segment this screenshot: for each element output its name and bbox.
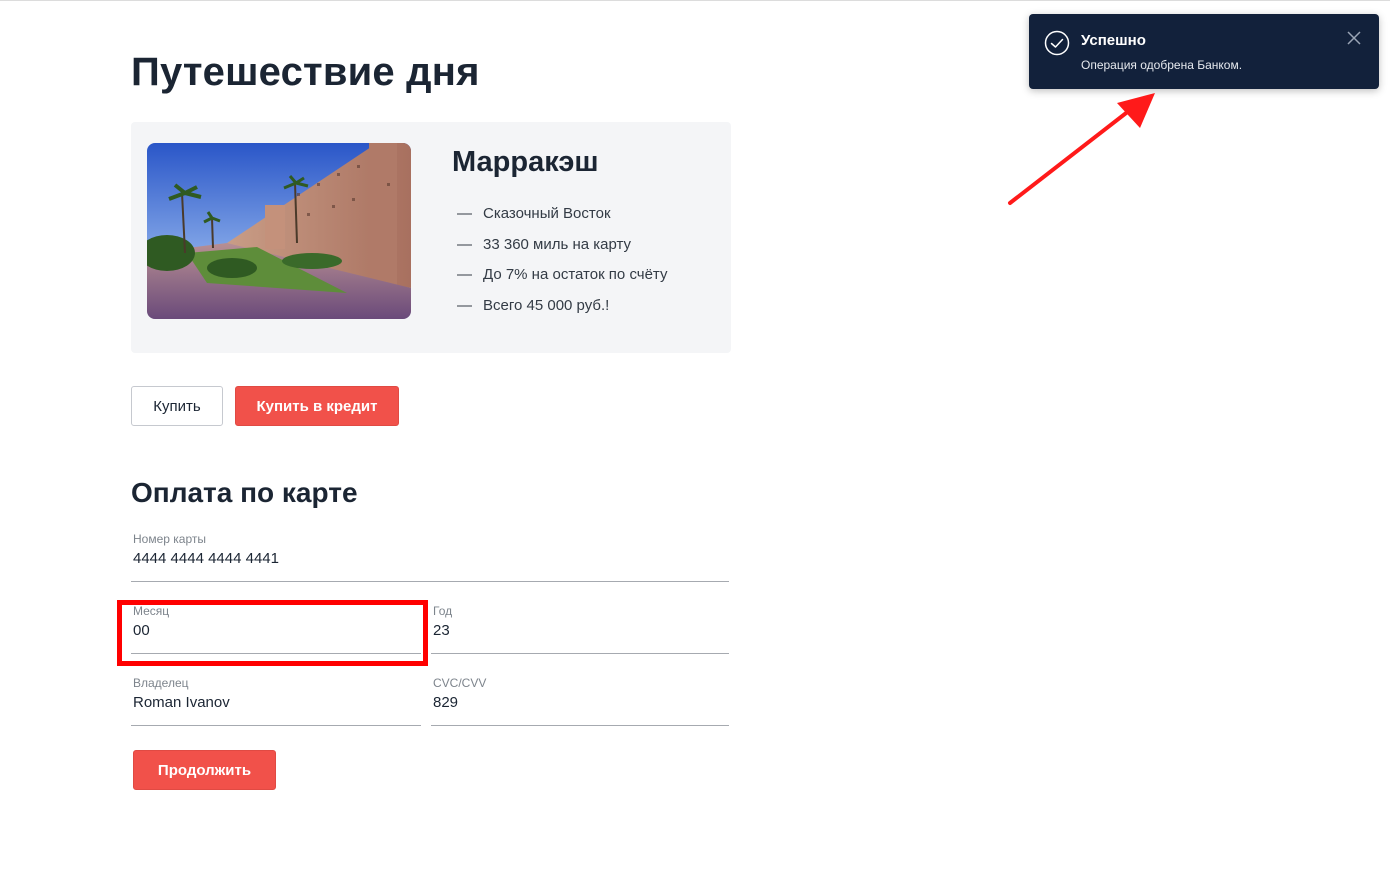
check-circle-icon [1044,30,1070,56]
list-item: — 33 360 миль на карту [457,234,667,265]
card-number-label: Номер карты [133,532,206,546]
top-divider [0,0,1390,1]
year-input[interactable]: 23 [433,622,450,639]
list-dash: — [457,296,472,314]
year-field[interactable]: Год 23 [431,604,729,654]
owner-input[interactable]: Roman Ivanov [133,694,230,711]
buy-button[interactable]: Купить [131,386,223,426]
feature-text: Сказочный Восток [483,205,611,222]
page-title: Путешествие дня [131,50,480,94]
owner-label: Владелец [133,676,189,690]
year-label: Год [433,604,453,618]
success-toast: Успешно Операция одобрена Банком. [1029,14,1379,89]
close-icon[interactable] [1347,31,1361,45]
list-dash: — [457,205,472,222]
offer-title: Марракэш [452,146,599,178]
feature-text: До 7% на остаток по счёту [483,266,668,283]
cvc-label: CVC/CVV [433,676,487,690]
payment-title: Оплата по карте [131,477,358,508]
offer-card: Марракэш — Сказочный Восток — 33 360 миль … [131,122,731,353]
list-dash: — [457,235,472,253]
offer-features: — Сказочный Восток —33 360 миль на карту … [457,203,667,325]
offer-image [147,143,411,319]
cvc-input[interactable]: 829 [433,694,458,711]
month-label: Месяц [133,604,170,618]
arrow-annotation [1008,93,1155,205]
month-input[interactable]: 00 [133,622,150,639]
cvc-field[interactable]: CVC/CVV 829 [431,676,729,726]
card-number-field[interactable]: Номер карты 4444 4444 4444 4441 [131,532,729,582]
feature-text: 33 360 миль на карту [483,235,632,253]
continue-button[interactable]: Продолжить [133,750,276,790]
card-number-input[interactable]: 4444 4444 4444 4441 [133,550,279,567]
buy-credit-button[interactable]: Купить в кредит [235,386,399,426]
owner-field[interactable]: Владелец Roman Ivanov [131,676,421,726]
list-item: — Всего 45 000 руб.! [457,295,667,326]
toast-title: Успешно [1081,32,1146,49]
month-field[interactable]: Месяц 00 [131,604,421,654]
list-item: — До 7% на остаток по счёту [457,264,667,295]
feature-text: Всего 45 000 руб.! [483,296,610,314]
list-item: — Сказочный Восток [457,203,667,234]
list-dash: — [457,266,472,283]
toast-message: Операция одобрена Банком. [1081,58,1243,72]
